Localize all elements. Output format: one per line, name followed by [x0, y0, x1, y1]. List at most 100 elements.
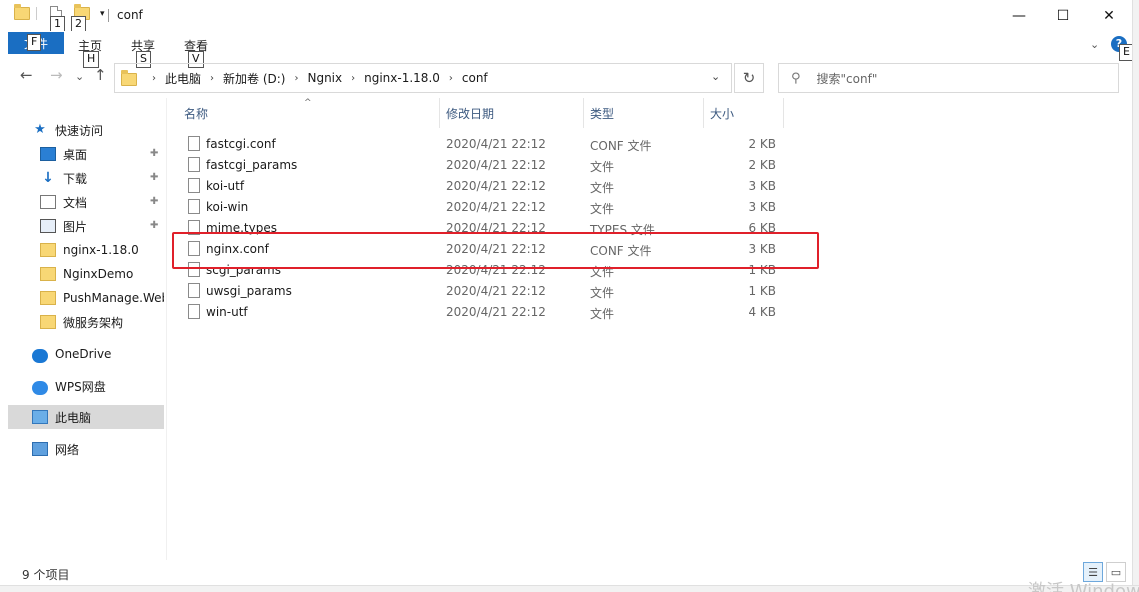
file-type: 文件: [590, 202, 615, 216]
file-size: 2 KB: [748, 137, 776, 151]
column-header-date[interactable]: 修改日期: [432, 98, 584, 128]
cloud-icon: [32, 348, 48, 363]
file-name: koi-win: [206, 200, 249, 214]
sidebar-item-label: WPS网盘: [55, 379, 106, 394]
folder-icon: [40, 267, 56, 281]
refresh-icon: ↻: [742, 69, 756, 87]
file-date: 2020/4/21 22:12: [446, 284, 546, 298]
breadcrumb-ngnix[interactable]: Ngnix ›: [307, 71, 364, 85]
file-size: 1 KB: [748, 284, 776, 298]
file-row[interactable]: win-utf 2020/4/21 22:12 文件 4 KB: [180, 302, 780, 323]
pane-divider[interactable]: [166, 98, 167, 560]
breadcrumb-label: nginx-1.18.0: [364, 71, 440, 85]
file-icon: [188, 178, 200, 193]
title-bar: [0, 0, 1139, 31]
customize-toolbar-icon[interactable]: ▾: [100, 9, 105, 19]
column-header-label: 修改日期: [446, 106, 495, 121]
file-name: fastcgi_params: [206, 158, 298, 172]
sidebar-item-label: 此电脑: [55, 410, 92, 425]
back-button[interactable]: ←: [20, 66, 33, 84]
folder-icon: [121, 69, 137, 86]
pin-icon: ✚: [150, 148, 159, 159]
file-name: win-utf: [206, 305, 248, 319]
file-row[interactable]: fastcgi.conf 2020/4/21 22:12 CONF 文件 2 K…: [180, 134, 780, 155]
file-row[interactable]: koi-win 2020/4/21 22:12 文件 3 KB: [180, 197, 780, 218]
column-header-name[interactable]: 名称: [170, 98, 440, 128]
folder-icon: [40, 291, 56, 305]
file-date: 2020/4/21 22:12: [446, 305, 546, 319]
sidebar-item-label: 文档: [63, 195, 88, 210]
file-date: 2020/4/21 22:12: [446, 179, 546, 193]
file-size: 2 KB: [748, 158, 776, 172]
sidebar-item-microservices[interactable]: 微服务架构: [8, 310, 164, 334]
search-input[interactable]: ⚲ 搜索"conf": [778, 63, 1119, 93]
up-button[interactable]: ↑: [94, 66, 107, 84]
breadcrumb-separator-icon[interactable]: ›: [294, 73, 298, 84]
sidebar-item-this-pc[interactable]: 此电脑: [8, 405, 164, 429]
folder-icon[interactable]: [14, 4, 30, 20]
file-type: 文件: [590, 286, 615, 300]
forward-button[interactable]: →: [50, 66, 63, 84]
file-icon: [188, 283, 200, 298]
desktop-icon: [40, 147, 56, 161]
sidebar-item-desktop[interactable]: 桌面 ✚: [8, 142, 164, 166]
column-header-type[interactable]: 类型: [576, 98, 704, 128]
breadcrumb-separator-icon[interactable]: ›: [449, 73, 453, 84]
breadcrumb-nginx-1180[interactable]: nginx-1.18.0 ›: [364, 71, 462, 85]
navigation-pane: ★ 快速访问 桌面 ✚ ↓ 下载 ✚ 文档 ✚ 图片 ✚ nginx-1.18.…: [8, 98, 164, 560]
breadcrumb-separator-icon[interactable]: ›: [351, 73, 355, 84]
sidebar-item-pictures[interactable]: 图片 ✚: [8, 214, 164, 238]
sidebar-item-nginxdemo[interactable]: NginxDemo: [8, 262, 164, 286]
item-count: 9 个项目: [22, 568, 70, 582]
recent-locations-button[interactable]: ⌄: [75, 70, 84, 83]
sidebar-item-downloads[interactable]: ↓ 下载 ✚: [8, 166, 164, 190]
sidebar-item-onedrive[interactable]: OneDrive: [8, 342, 164, 366]
file-icon: [188, 157, 200, 172]
column-header-label: 名称: [184, 106, 209, 121]
file-row[interactable]: koi-utf 2020/4/21 22:12 文件 3 KB: [180, 176, 780, 197]
sidebar-item-quick-access[interactable]: ★ 快速访问: [8, 118, 164, 142]
file-size: 3 KB: [748, 200, 776, 214]
sidebar-item-label: NginxDemo: [63, 267, 134, 281]
close-button[interactable]: ✕: [1086, 0, 1132, 31]
sidebar-item-label: 下载: [63, 171, 88, 186]
file-row[interactable]: uwsgi_params 2020/4/21 22:12 文件 1 KB: [180, 281, 780, 302]
sidebar-item-documents[interactable]: 文档 ✚: [8, 190, 164, 214]
sidebar-item-label: OneDrive: [55, 347, 112, 361]
activation-watermark: 激活 Windows: [1028, 581, 1139, 592]
download-icon: ↓: [42, 170, 54, 186]
maximize-button[interactable]: ☐: [1040, 0, 1086, 31]
sidebar-item-nginx-1180[interactable]: nginx-1.18.0: [8, 238, 164, 262]
minimize-button[interactable]: —: [996, 0, 1042, 31]
address-bar[interactable]: › 此电脑 › 新加卷 (D:) › Ngnix › nginx-1.18.0 › co…: [114, 63, 732, 93]
folder-icon: [40, 315, 56, 329]
breadcrumb-drive[interactable]: 新加卷 (D:) ›: [223, 70, 307, 87]
picture-icon: [40, 219, 56, 233]
sidebar-item-pushmanage-web[interactable]: PushManage.Web: [8, 286, 164, 310]
sidebar-item-label: 网络: [55, 442, 80, 457]
breadcrumb-this-pc[interactable]: 此电脑 ›: [165, 70, 223, 87]
window-edge-right: [1132, 0, 1139, 592]
file-type: 文件: [590, 160, 615, 174]
file-date: 2020/4/21 22:12: [446, 200, 546, 214]
window-edge-bottom: [0, 585, 1139, 592]
network-icon: [32, 442, 48, 456]
refresh-button[interactable]: ↻: [734, 63, 764, 93]
sidebar-item-wps-drive[interactable]: WPS网盘: [8, 374, 164, 398]
sidebar-item-label: 图片: [63, 219, 88, 234]
file-date: 2020/4/21 22:12: [446, 137, 546, 151]
file-name: fastcgi.conf: [206, 137, 276, 151]
file-size: 3 KB: [748, 179, 776, 193]
file-row[interactable]: fastcgi_params 2020/4/21 22:12 文件 2 KB: [180, 155, 780, 176]
column-header-label: 类型: [590, 106, 615, 121]
breadcrumb-conf[interactable]: conf: [462, 71, 488, 85]
breadcrumb-label: 新加卷 (D:): [223, 71, 286, 86]
column-header-size[interactable]: 大小: [696, 98, 784, 128]
sidebar-item-label: 微服务架构: [63, 315, 124, 330]
sidebar-item-network[interactable]: 网络: [8, 437, 164, 461]
expand-ribbon-icon[interactable]: ⌄: [1090, 38, 1099, 51]
file-icon: [188, 304, 200, 319]
document-icon: [40, 195, 56, 209]
address-dropdown-icon[interactable]: ⌄: [711, 70, 720, 83]
breadcrumb-separator-icon[interactable]: ›: [210, 73, 214, 84]
